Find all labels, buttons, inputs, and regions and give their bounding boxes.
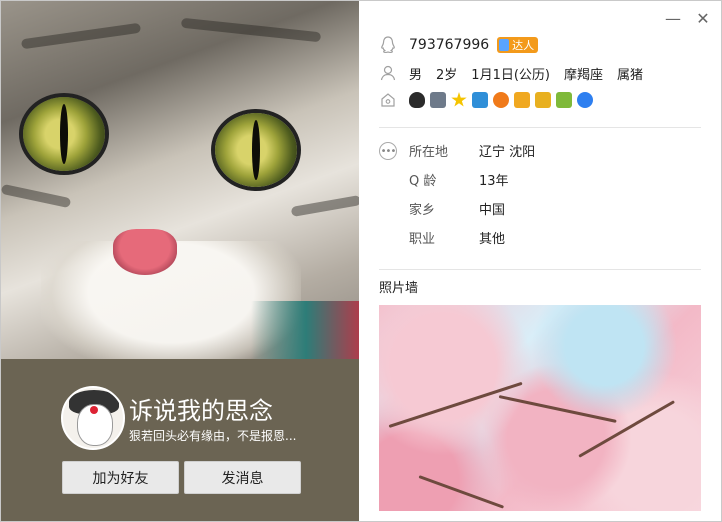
talent-badge[interactable]: 达人 — [497, 37, 539, 53]
right-panel: — ✕ 793767996 达人 男 2岁 1月1日(公历) 摩羯座 属猪 ••… — [359, 1, 721, 521]
more-icon[interactable]: ••• — [379, 142, 397, 160]
zodiac: 摩羯座 — [563, 67, 603, 83]
gender: 男 — [409, 67, 423, 83]
avatar[interactable] — [61, 386, 125, 450]
cover-photo — [1, 1, 359, 359]
browser-badge-icon[interactable] — [577, 92, 593, 108]
camera-badge-icon[interactable] — [472, 92, 488, 108]
birthday: 1月1日(公历) — [471, 67, 550, 83]
chinese-zodiac: 属猪 — [617, 67, 644, 83]
cat-right-eye — [215, 113, 297, 187]
qq-icon — [379, 36, 397, 54]
minimize-button[interactable]: — — [665, 11, 681, 27]
diamond-badge-icon[interactable] — [430, 92, 446, 108]
phone-icon — [499, 39, 510, 51]
music-badge-icon[interactable] — [493, 92, 509, 108]
profile-window: 诉说我的思念 狠若回头必有缘由，不是报恩... 加为好友 发消息 — ✕ 793… — [0, 0, 722, 522]
age: 2岁 — [436, 67, 458, 83]
game-badge-icon[interactable] — [535, 92, 551, 108]
send-message-button[interactable]: 发消息 — [184, 461, 301, 494]
person-icon — [379, 64, 397, 82]
photo-wall-title: 照片墙 — [379, 281, 419, 296]
cat-left-eye — [23, 97, 105, 171]
qq-number-row: 793767996 达人 — [379, 34, 539, 56]
add-friend-button[interactable]: 加为好友 — [62, 461, 179, 494]
nickname: 诉说我的思念 — [129, 397, 273, 425]
divider — [379, 127, 701, 128]
badges-row — [379, 89, 598, 111]
qq-penguin-badge-icon[interactable] — [409, 92, 425, 108]
divider — [379, 269, 701, 270]
left-panel: 诉说我的思念 狠若回头必有缘由，不是报恩... 加为好友 发消息 — [1, 1, 359, 521]
profile-card: 诉说我的思念 狠若回头必有缘由，不是报恩... 加为好友 发消息 — [1, 359, 359, 521]
qq-number: 793767996 — [409, 37, 490, 53]
home-icon — [379, 91, 397, 109]
signature[interactable]: 狠若回头必有缘由，不是报恩... — [129, 427, 296, 444]
wallet-badge-icon[interactable] — [556, 92, 572, 108]
basic-info-row: 男 2岁 1月1日(公历) 摩羯座 属猪 — [379, 62, 657, 84]
cat-nose — [113, 229, 177, 275]
coin-badge-icon[interactable] — [514, 92, 530, 108]
star-badge-icon[interactable] — [451, 92, 467, 107]
close-button[interactable]: ✕ — [695, 11, 711, 27]
photo-wall-image[interactable] — [379, 305, 701, 511]
